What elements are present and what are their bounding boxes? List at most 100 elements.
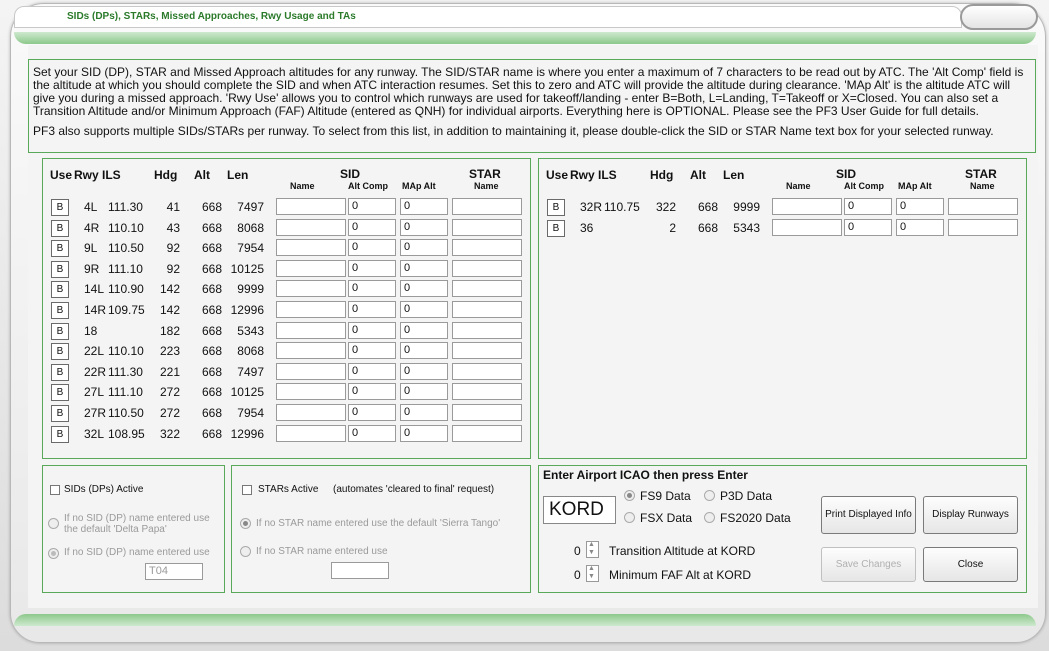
sid-name-input[interactable] <box>276 301 346 318</box>
star-name-input[interactable] <box>452 301 522 318</box>
sid-alt-comp-input[interactable]: 0 <box>844 198 892 215</box>
map-alt-input[interactable]: 0 <box>400 342 448 360</box>
sid-alt-comp-input[interactable]: 0 <box>348 218 396 236</box>
map-alt-input[interactable]: 0 <box>400 362 448 380</box>
window-corner-button[interactable] <box>960 4 1038 30</box>
sids-active-checkbox[interactable] <box>50 485 60 495</box>
runway-use-button[interactable]: B <box>51 405 69 422</box>
sids-use-input[interactable]: T04 <box>145 563 203 580</box>
close-button[interactable]: Close <box>923 547 1018 582</box>
stars-use-label: If no STAR name entered use <box>256 546 388 557</box>
sid-alt-comp-input[interactable]: 0 <box>348 383 396 401</box>
map-alt-input[interactable]: 0 <box>896 198 944 215</box>
fs9-data-radio[interactable] <box>624 490 635 501</box>
sids-use-radio[interactable] <box>48 548 59 559</box>
star-name-input[interactable] <box>948 198 1018 215</box>
runway-length: 9999 <box>237 282 264 297</box>
p3d-data-radio[interactable] <box>704 490 715 501</box>
star-name-input[interactable] <box>452 198 522 215</box>
sid-alt-comp-input[interactable]: 0 <box>348 362 396 380</box>
faf-altitude-spinner[interactable] <box>586 565 599 582</box>
sids-default-radio[interactable] <box>48 518 59 529</box>
sid-alt-comp-input[interactable]: 0 <box>348 424 396 442</box>
star-name-input[interactable] <box>452 218 522 236</box>
stars-default-radio[interactable] <box>240 518 251 529</box>
sid-alt-comp-input[interactable]: 0 <box>348 239 396 257</box>
sid-alt-comp-input[interactable]: 0 <box>348 404 396 421</box>
star-name-input[interactable] <box>452 404 522 421</box>
runway-altitude: 668 <box>202 323 223 338</box>
map-alt-input[interactable]: 0 <box>400 424 448 442</box>
sid-alt-comp-input[interactable]: 0 <box>348 321 396 339</box>
sid-name-input[interactable] <box>276 218 346 236</box>
save-changes-button[interactable]: Save Changes <box>821 547 916 582</box>
map-alt-input[interactable]: 0 <box>400 301 448 318</box>
sid-name-input[interactable] <box>276 280 346 298</box>
runway-use-button[interactable]: B <box>51 199 69 216</box>
star-name-input[interactable] <box>452 280 522 298</box>
map-alt-input[interactable]: 0 <box>896 218 944 236</box>
sid-alt-comp-input[interactable]: 0 <box>348 342 396 360</box>
sid-alt-comp-input[interactable]: 0 <box>844 218 892 236</box>
map-alt-input[interactable]: 0 <box>400 321 448 339</box>
transition-altitude-label: Transition Altitude at KORD <box>609 544 756 558</box>
star-name-input[interactable] <box>452 321 522 339</box>
stars-active-checkbox[interactable] <box>242 485 252 495</box>
sid-name-input[interactable] <box>276 383 346 401</box>
star-name-input[interactable] <box>452 239 522 257</box>
display-runways-button[interactable]: Display Runways <box>923 496 1018 534</box>
runway-use-button[interactable]: B <box>51 384 69 402</box>
star-name-input[interactable] <box>452 383 522 401</box>
fsx-data-radio[interactable] <box>624 512 635 523</box>
map-alt-input[interactable]: 0 <box>400 218 448 236</box>
sid-name-input[interactable] <box>276 321 346 339</box>
runway-use-button[interactable]: B <box>51 343 69 361</box>
runway-use-button[interactable]: B <box>547 219 565 237</box>
column-header-alt-comp: Alt Comp <box>844 181 884 191</box>
sid-name-input[interactable] <box>772 198 842 215</box>
sid-name-input[interactable] <box>276 259 346 277</box>
runway-length: 5343 <box>733 220 760 235</box>
runway-use-button[interactable]: B <box>51 219 69 237</box>
sid-name-input[interactable] <box>276 362 346 380</box>
sid-name-input[interactable] <box>276 424 346 442</box>
star-name-input[interactable] <box>452 424 522 442</box>
icao-input[interactable]: KORD <box>543 496 616 524</box>
sid-alt-comp-input[interactable]: 0 <box>348 259 396 277</box>
sid-name-input[interactable] <box>276 198 346 215</box>
sid-name-input[interactable] <box>276 404 346 421</box>
column-header-alt: Alt <box>690 168 706 182</box>
sid-name-input[interactable] <box>276 239 346 257</box>
runway-use-button[interactable]: B <box>51 260 69 278</box>
runway-use-button[interactable]: B <box>51 425 69 443</box>
star-name-input[interactable] <box>452 259 522 277</box>
sid-alt-comp-input[interactable]: 0 <box>348 301 396 318</box>
sid-alt-comp-input[interactable]: 0 <box>348 198 396 215</box>
runway-use-button[interactable]: B <box>51 281 69 299</box>
star-name-input[interactable] <box>452 362 522 380</box>
runway-use-button[interactable]: B <box>547 199 565 216</box>
map-alt-input[interactable]: 0 <box>400 259 448 277</box>
sid-name-input[interactable] <box>772 218 842 236</box>
fs2020-data-radio[interactable] <box>704 512 715 523</box>
star-name-input[interactable] <box>948 218 1018 236</box>
sid-alt-comp-input[interactable]: 0 <box>348 280 396 298</box>
runway-use-button[interactable]: B <box>51 322 69 340</box>
transition-altitude-spinner[interactable] <box>586 541 599 558</box>
star-name-input[interactable] <box>452 342 522 360</box>
sid-name-input[interactable] <box>276 342 346 360</box>
stars-use-radio[interactable] <box>240 546 251 557</box>
map-alt-input[interactable]: 0 <box>400 198 448 215</box>
runway-use-button[interactable]: B <box>51 302 69 319</box>
airport-panel-title: Enter Airport ICAO then press Enter <box>543 468 748 482</box>
map-alt-input[interactable]: 0 <box>400 280 448 298</box>
print-displayed-info-button[interactable]: Print Displayed Info <box>821 496 916 534</box>
map-alt-input[interactable]: 0 <box>400 383 448 401</box>
runway-use-button[interactable]: B <box>51 240 69 258</box>
runway-heading: 92 <box>166 241 180 256</box>
stars-use-input[interactable] <box>331 562 389 579</box>
map-alt-input[interactable]: 0 <box>400 404 448 421</box>
map-alt-input[interactable]: 0 <box>400 239 448 257</box>
runway-use-button[interactable]: B <box>51 363 69 381</box>
transition-altitude-value: 0 <box>574 544 581 558</box>
